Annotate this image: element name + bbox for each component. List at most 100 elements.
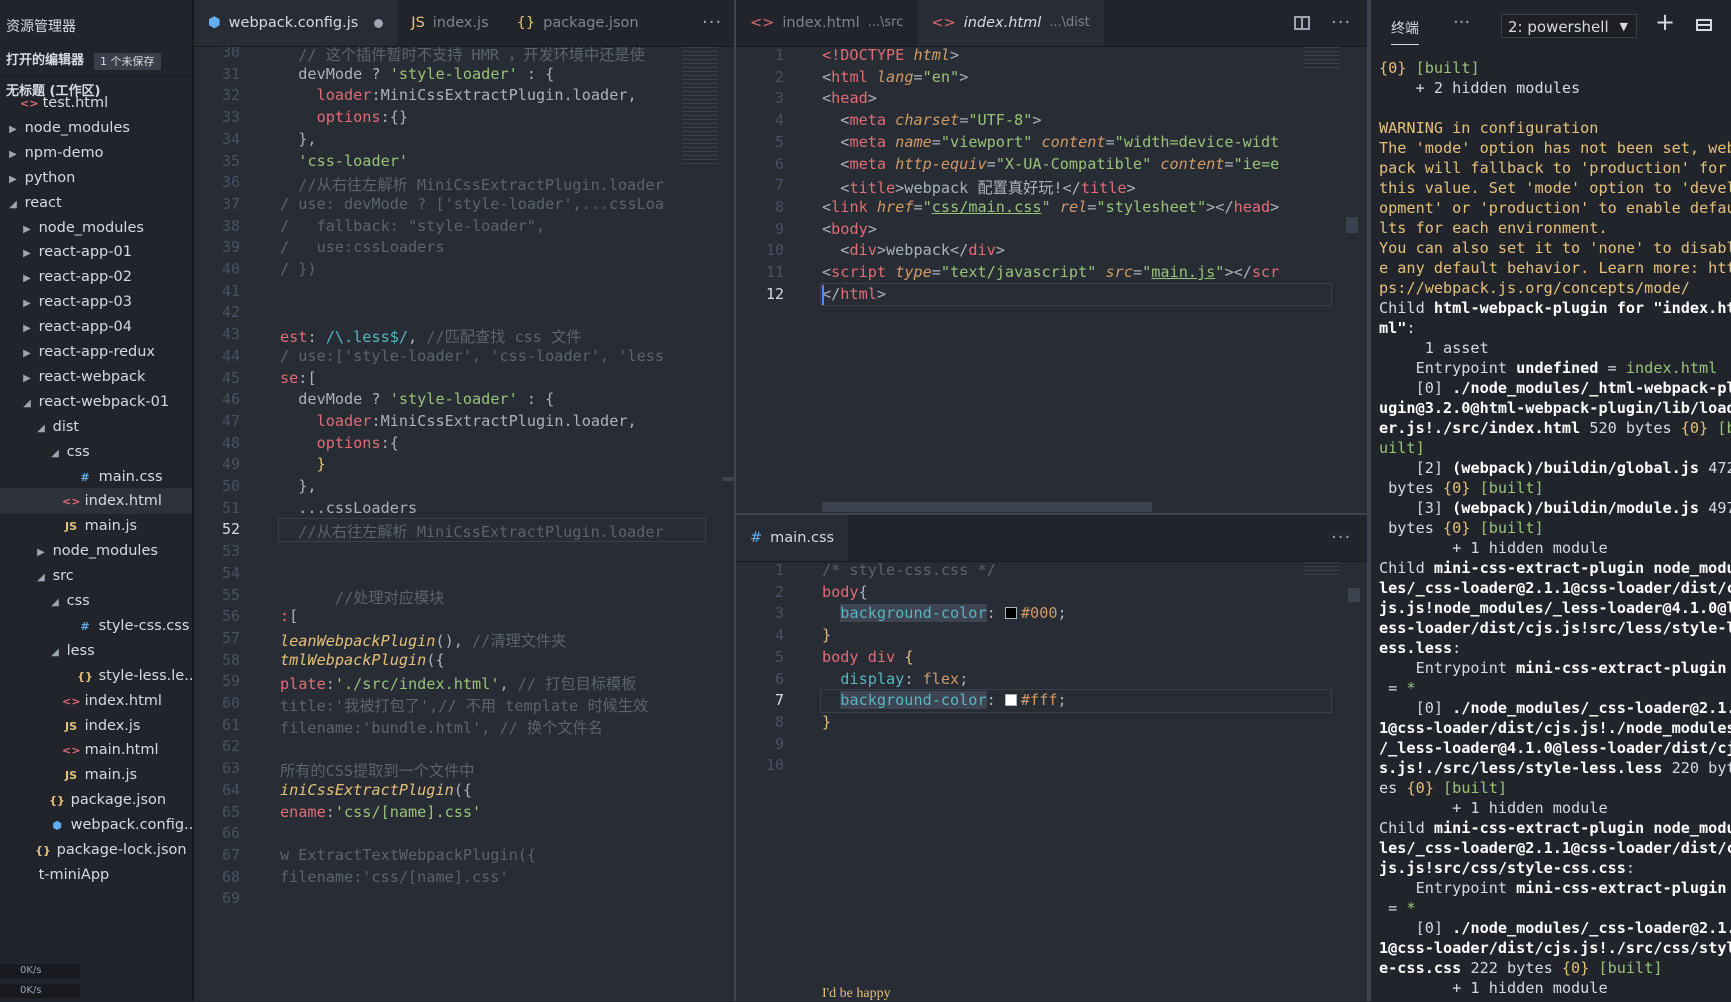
more-actions-icon[interactable]: ··· [702, 12, 722, 33]
editor-tab[interactable]: ⬢ webpack.config.js [194, 0, 398, 46]
code-line[interactable]: tmlWebpackPlugin({ [280, 651, 445, 669]
terminal-shell-select[interactable]: 2: powershell ▼ [1501, 14, 1637, 38]
code-line[interactable]: / fallback: "style-loader", [280, 217, 545, 235]
code-line[interactable]: plate:'./src/index.html', // 打包目标模板 [280, 672, 636, 694]
code-line[interactable]: / use:cssLoaders [280, 238, 445, 256]
tree-item[interactable]: ▶ react-app-redux [0, 339, 192, 365]
code-line[interactable]: loader:MiniCssExtractPlugin.loader, [280, 86, 637, 104]
new-terminal-icon[interactable]: + [1655, 8, 1675, 36]
more-actions-icon[interactable]: ··· [1331, 527, 1351, 548]
editor-index-html[interactable]: 1 <!DOCTYPE html> 2 <html lang="en"> 3 <head>… [736, 47, 1367, 514]
tree-item[interactable]: ▶ node_modules [0, 215, 192, 241]
tree-item[interactable]: <> main.html [0, 737, 192, 763]
tree-item[interactable]: ▶ react-app-04 [0, 314, 192, 340]
minimap[interactable] [1304, 47, 1340, 71]
tree-item[interactable]: ◢ src [0, 563, 192, 589]
code-line[interactable]: } [280, 455, 326, 473]
tree-item[interactable]: ▶ python [0, 165, 192, 191]
code-line[interactable]: devMode ? 'style-loader' : { [280, 390, 554, 408]
code-line[interactable]: options:{} [280, 108, 408, 126]
code-line[interactable]: background-color: #000; [822, 604, 1067, 623]
tree-item[interactable]: {} package.json [0, 787, 192, 813]
code-line[interactable]: w ExtractTextWebpackPlugin({ [280, 846, 536, 864]
code-line[interactable]: ...cssLoaders [280, 499, 417, 517]
open-editors-header[interactable]: 打开的编辑器 1 个未保存 [0, 46, 192, 76]
tree-item[interactable]: {} style-less.le... [0, 663, 192, 689]
code-line[interactable]: //从右往左解析 MiniCssExtractPlugin.loader [280, 173, 663, 195]
code-line[interactable]: background-color: #fff; [822, 691, 1067, 710]
tree-item[interactable]: {} package-lock.json [0, 837, 192, 863]
editor-tab[interactable]: # main.css [736, 515, 849, 561]
code-line[interactable]: / }) [280, 260, 317, 278]
tree-item[interactable]: ◢ dist [0, 414, 192, 440]
split-terminal-icon[interactable] [1696, 19, 1712, 31]
tree-item[interactable]: <> test.html [0, 90, 192, 116]
code-line[interactable]: leanWebpackPlugin(), //清理文件夹 [280, 629, 566, 651]
tree-item[interactable]: ◢ react [0, 190, 192, 216]
tree-item[interactable]: <> index.html [0, 488, 192, 515]
code-line[interactable]: <body> [822, 220, 877, 238]
editor-tab[interactable]: <> index.html ...\dist [917, 0, 1104, 46]
terminal-tab[interactable]: 终端 [1391, 18, 1419, 45]
tree-item[interactable]: <> index.html [0, 688, 192, 714]
code-line[interactable]: <div>webpack</div> [822, 241, 1005, 259]
tree-item[interactable]: ◢ css [0, 439, 192, 465]
code-line[interactable]: body{ [822, 583, 868, 601]
tree-item[interactable]: JS index.js [0, 713, 192, 739]
tree-item[interactable]: ▶ react-app-02 [0, 264, 192, 290]
more-actions-icon[interactable]: ··· [1331, 12, 1351, 33]
code-line[interactable]: }, [280, 130, 316, 148]
vertical-scrollbar[interactable] [1346, 217, 1358, 233]
code-line[interactable]: <!DOCTYPE html> [822, 47, 959, 64]
horizontal-scrollbar[interactable] [822, 502, 1152, 512]
code-line[interactable]: / use: devMode ? ['style-loader',...cssL… [280, 195, 664, 213]
code-line[interactable]: // 这个插件暂时不支持 HMR ，开发环境中还是使 [280, 47, 645, 65]
code-line[interactable]: body div { [822, 648, 913, 666]
vertical-scrollbar[interactable] [722, 477, 734, 481]
editor-tab[interactable]: JS index.js [397, 0, 502, 46]
tree-item[interactable]: ◢ less [0, 638, 192, 664]
tree-item[interactable]: ◢ css [0, 588, 192, 614]
code-line[interactable]: se:[ [280, 369, 317, 387]
code-line[interactable]: <meta charset="UTF-8"> [822, 111, 1041, 129]
tree-item[interactable]: ▶ node_modules [0, 115, 192, 141]
code-line[interactable]: <html lang="en"> [822, 68, 968, 86]
code-line[interactable]: //处理对应模块 [280, 586, 444, 608]
editor-main-css[interactable]: 1 /* style-css.css */ 2 body{3 background-c… [736, 562, 1367, 1001]
tree-item[interactable]: ▶ react-webpack [0, 364, 192, 390]
code-line[interactable]: <link href="css/main.css" rel="styleshee… [822, 198, 1279, 216]
code-line[interactable]: 所有的CSS提取到一个文件中 [280, 759, 475, 781]
tree-item[interactable]: # style-css.css [0, 613, 192, 639]
code-line[interactable]: loader:MiniCssExtractPlugin.loader, [280, 412, 637, 430]
code-line[interactable]: options:{ [280, 434, 399, 452]
tree-item[interactable]: ▶ npm-demo [0, 140, 192, 166]
tree-item[interactable]: JS main.js [0, 762, 192, 788]
code-line[interactable]: <head> [822, 89, 877, 107]
code-line[interactable]: / use:['style-loader', 'css-loader', 'le… [280, 347, 664, 365]
editor-tab[interactable]: <> index.html ...\src [736, 0, 917, 46]
tree-item[interactable]: ▶ react-app-03 [0, 289, 192, 315]
code-line[interactable]: } [822, 713, 831, 731]
code-line[interactable]: filename:'css/[name].css' [280, 868, 509, 886]
code-line[interactable]: :[ [280, 607, 298, 625]
tree-item[interactable]: ▶ node_modules [0, 538, 192, 564]
code-line[interactable]: } [822, 626, 831, 644]
code-line[interactable]: }, [280, 477, 316, 495]
code-line[interactable]: <script type="text/javascript" src="main… [822, 263, 1279, 281]
code-line[interactable]: 'css-loader' [280, 152, 408, 170]
code-line[interactable]: est: /\.less$/, //匹配查找 css 文件 [280, 325, 581, 347]
code-line[interactable]: </html> [822, 285, 886, 303]
tree-item[interactable]: # main.css [0, 464, 192, 490]
code-line[interactable]: filename:'bundle.html', // 换个文件名 [280, 716, 603, 738]
code-line[interactable]: devMode ? 'style-loader' : { [280, 65, 554, 83]
minimap[interactable] [682, 47, 718, 167]
unsaved-dot-icon[interactable] [374, 18, 384, 28]
code-line[interactable]: title:'我被打包了',// 不用 template 时候生效 [280, 694, 648, 716]
code-line[interactable]: ename:'css/[name].css' [280, 803, 481, 821]
minimap[interactable] [1304, 562, 1340, 578]
code-line[interactable]: <meta name="viewport" content="width=dev… [822, 133, 1279, 151]
tree-item[interactable]: ◢ react-webpack-01 [0, 389, 192, 415]
code-line[interactable]: /* style-css.css */ [822, 562, 996, 579]
terminal-output[interactable]: {0} [built] + 2 hidden modules WARNING i… [1379, 58, 1731, 998]
code-line[interactable]: display: flex; [822, 670, 968, 688]
